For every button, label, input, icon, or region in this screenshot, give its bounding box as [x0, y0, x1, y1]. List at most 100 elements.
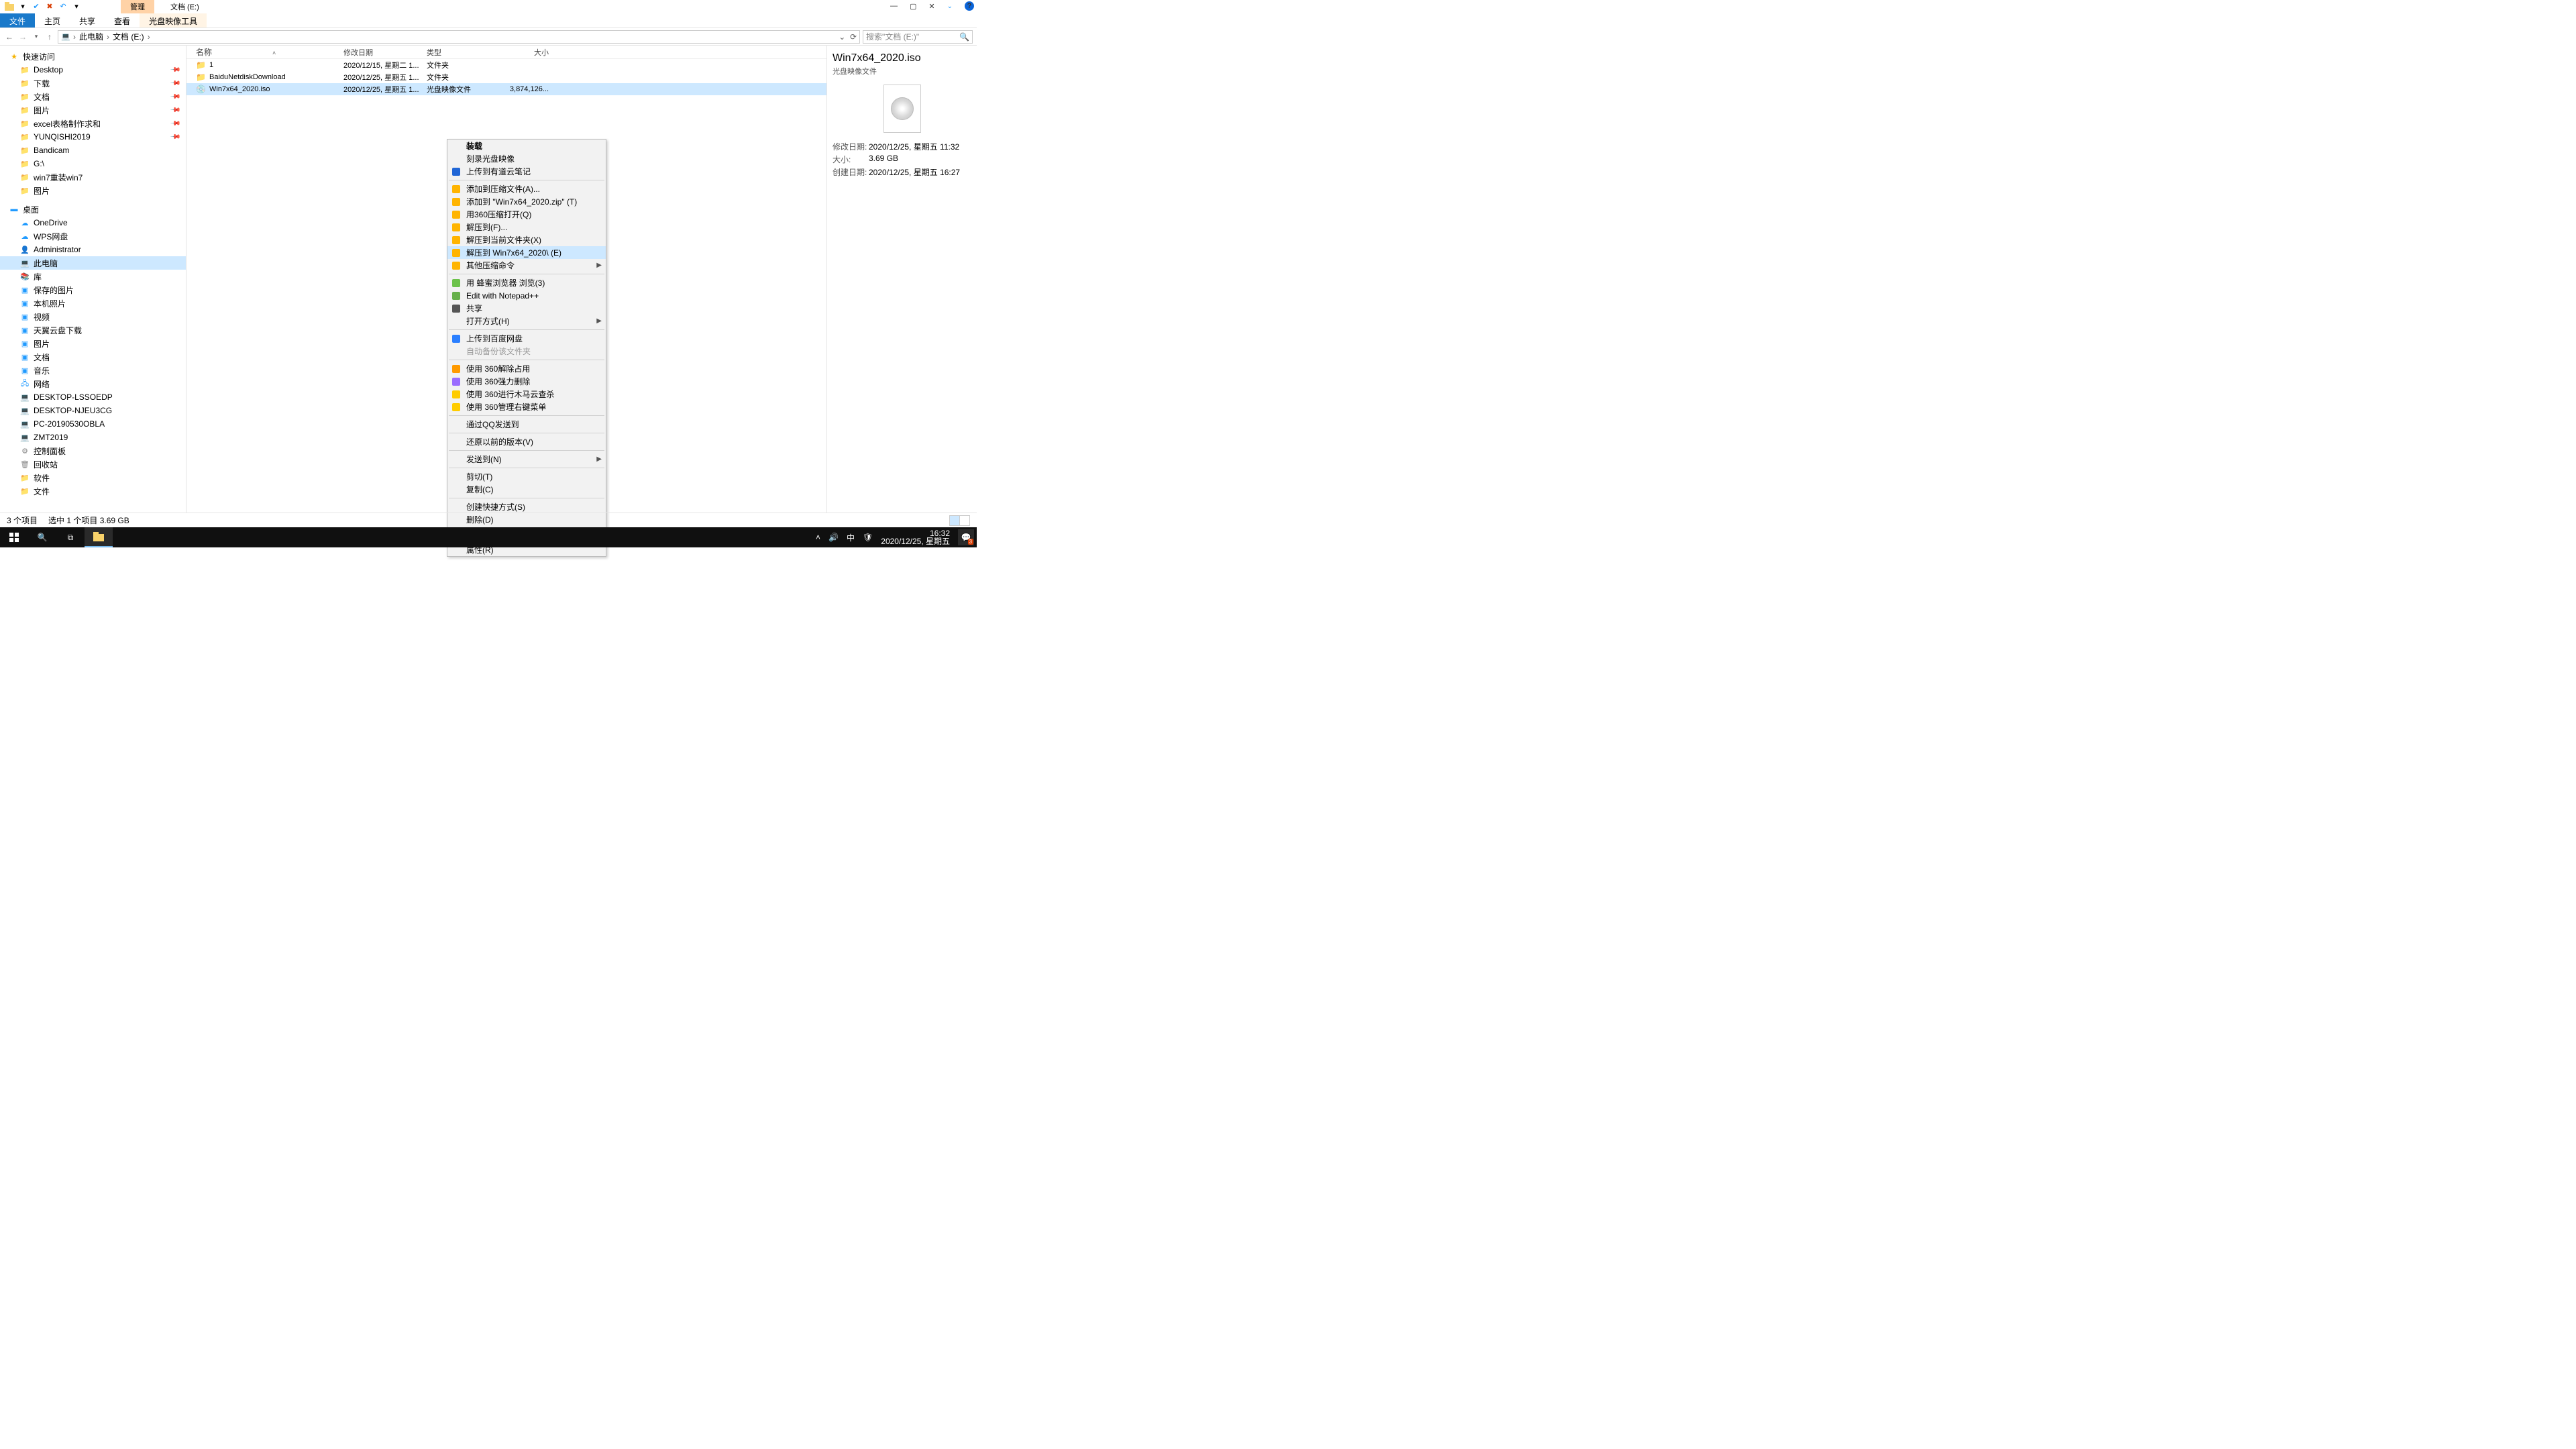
- crumb-location[interactable]: 文档 (E:): [113, 31, 144, 42]
- menu-item[interactable]: 使用 360管理右键菜单: [447, 400, 606, 413]
- menu-item[interactable]: 解压到(F)...: [447, 221, 606, 233]
- close-button[interactable]: ✕: [928, 2, 934, 11]
- sidebar-item[interactable]: ⚙控制面板: [0, 444, 186, 458]
- volume-icon[interactable]: 🔊: [828, 533, 839, 542]
- ribbon-toggle-icon[interactable]: ⌄: [947, 3, 953, 10]
- menu-item[interactable]: 剪切(T): [447, 470, 606, 483]
- sidebar-item[interactable]: 📁YUNQISHI2019📌: [0, 130, 186, 144]
- qat-more-icon[interactable]: ▾: [71, 1, 82, 12]
- menu-item[interactable]: 打开方式(H)▶: [447, 315, 606, 327]
- nav-forward-button[interactable]: →: [17, 32, 28, 42]
- nav-back-button[interactable]: ←: [4, 32, 15, 42]
- menu-item[interactable]: 其他压缩命令▶: [447, 259, 606, 272]
- nav-up-button[interactable]: ↑: [44, 32, 55, 42]
- crumb-pc[interactable]: 此电脑: [79, 31, 103, 42]
- menu-item[interactable]: 上传到有道云笔记: [447, 165, 606, 178]
- menu-item[interactable]: 解压到 Win7x64_2020\ (E): [447, 246, 606, 259]
- menu-item[interactable]: 通过QQ发送到: [447, 418, 606, 431]
- menu-item[interactable]: 共享: [447, 302, 606, 315]
- sidebar-item[interactable]: 💻PC-20190530OBLA: [0, 417, 186, 431]
- sidebar-item[interactable]: ▣天翼云盘下载: [0, 323, 186, 337]
- sidebar-item[interactable]: ▣文档: [0, 350, 186, 364]
- sidebar-item[interactable]: 🗑回收站: [0, 458, 186, 471]
- help-button[interactable]: ?: [965, 1, 974, 11]
- col-name[interactable]: 名称˄: [196, 46, 343, 58]
- maximize-button[interactable]: ▢: [910, 2, 916, 11]
- sidebar-item[interactable]: ☁WPS网盘: [0, 229, 186, 243]
- nav-network[interactable]: 🖧网络: [0, 377, 186, 390]
- file-row[interactable]: 💿Win7x64_2020.iso2020/12/25, 星期五 1...光盘映…: [186, 83, 826, 95]
- menu-item[interactable]: 使用 360强力删除: [447, 375, 606, 388]
- notification-button[interactable]: 💬3: [958, 529, 974, 545]
- view-details-button[interactable]: [949, 515, 960, 526]
- sidebar-item[interactable]: ▣图片: [0, 337, 186, 350]
- menu-item[interactable]: 使用 360进行木马云查杀: [447, 388, 606, 400]
- sidebar-item[interactable]: 📁图片: [0, 184, 186, 197]
- file-row[interactable]: 📁BaiduNetdiskDownload2020/12/25, 星期五 1..…: [186, 71, 826, 83]
- sidebar-item[interactable]: 📁软件: [0, 471, 186, 484]
- tab-file[interactable]: 文件: [0, 13, 35, 28]
- col-type[interactable]: 类型: [427, 47, 502, 58]
- menu-item[interactable]: 添加到 "Win7x64_2020.zip" (T): [447, 195, 606, 208]
- security-icon[interactable]: 🛡: [863, 533, 873, 542]
- menu-item[interactable]: Edit with Notepad++: [447, 289, 606, 302]
- tray-overflow-icon[interactable]: ˄: [816, 533, 820, 542]
- qat-delete-icon[interactable]: ✖: [44, 1, 55, 12]
- sidebar-item[interactable]: 👤Administrator: [0, 243, 186, 256]
- menu-item[interactable]: 刻录光盘映像: [447, 152, 606, 165]
- sidebar-item[interactable]: ▣音乐: [0, 364, 186, 377]
- menu-item[interactable]: 复制(C): [447, 483, 606, 496]
- col-size[interactable]: 大小: [502, 47, 549, 58]
- sidebar-item[interactable]: 📁文件: [0, 484, 186, 498]
- sidebar-item[interactable]: 📚库: [0, 270, 186, 283]
- menu-item[interactable]: 添加到压缩文件(A)...: [447, 182, 606, 195]
- menu-item[interactable]: 发送到(N)▶: [447, 453, 606, 466]
- menu-item[interactable]: 使用 360解除占用: [447, 362, 606, 375]
- sidebar-item[interactable]: 💻DESKTOP-LSSOEDP: [0, 390, 186, 404]
- sidebar-item[interactable]: 📁文档📌: [0, 90, 186, 103]
- view-icons-button[interactable]: [959, 515, 970, 526]
- menu-item[interactable]: 还原以前的版本(V): [447, 435, 606, 448]
- sidebar-item[interactable]: ▣本机照片: [0, 297, 186, 310]
- minimize-button[interactable]: —: [890, 2, 898, 10]
- sidebar-item[interactable]: 📁win7重装win7: [0, 170, 186, 184]
- search-input[interactable]: 搜索"文档 (E:)" 🔍: [863, 30, 973, 44]
- sidebar-item[interactable]: ▣保存的图片: [0, 283, 186, 297]
- tab-disc-image-tools[interactable]: 光盘映像工具: [140, 13, 207, 28]
- taskbar-clock[interactable]: 16:32 2020/12/25, 星期五: [881, 529, 950, 545]
- sidebar-item[interactable]: ☁OneDrive: [0, 216, 186, 229]
- sidebar-item[interactable]: 📁Desktop📌: [0, 63, 186, 76]
- sidebar-item[interactable]: 💻此电脑: [0, 256, 186, 270]
- qat-undo-icon[interactable]: ↶: [58, 1, 68, 12]
- search-button[interactable]: 🔍: [28, 527, 56, 547]
- menu-item[interactable]: 创建快捷方式(S): [447, 500, 606, 513]
- tab-share[interactable]: 共享: [70, 13, 105, 28]
- sidebar-item[interactable]: 📁Bandicam: [0, 144, 186, 157]
- nav-desktop[interactable]: ▬桌面: [0, 203, 186, 216]
- address-dropdown-icon[interactable]: ⌄ ⟳: [839, 32, 857, 42]
- sidebar-item[interactable]: 💻ZMT2019: [0, 431, 186, 444]
- sidebar-item[interactable]: 📁下载📌: [0, 76, 186, 90]
- nav-recent-icon[interactable]: ▾: [31, 32, 42, 42]
- sidebar-item[interactable]: ▣视频: [0, 310, 186, 323]
- sidebar-item[interactable]: 📁图片📌: [0, 103, 186, 117]
- menu-item[interactable]: 上传到百度网盘: [447, 332, 606, 345]
- ime-indicator[interactable]: 中: [847, 532, 855, 543]
- menu-item[interactable]: 用 蜂蜜浏览器 浏览(3): [447, 276, 606, 289]
- sidebar-item[interactable]: 💻DESKTOP-NJEU3CG: [0, 404, 186, 417]
- nav-quick-access[interactable]: ★快速访问: [0, 50, 186, 63]
- address-breadcrumb[interactable]: 💻 此电脑 文档 (E:) ⌄ ⟳: [58, 30, 860, 44]
- menu-item[interactable]: 解压到当前文件夹(X): [447, 233, 606, 246]
- file-row[interactable]: 📁12020/12/15, 星期二 1...文件夹: [186, 59, 826, 71]
- menu-item[interactable]: 装载: [447, 140, 606, 152]
- qat-dropdown-icon[interactable]: ▾: [17, 1, 28, 12]
- col-date[interactable]: 修改日期: [343, 47, 427, 58]
- tab-view[interactable]: 查看: [105, 13, 140, 28]
- start-button[interactable]: [0, 527, 28, 547]
- task-view-button[interactable]: ⧉: [56, 527, 85, 547]
- explorer-taskbar-button[interactable]: [85, 527, 113, 547]
- sidebar-item[interactable]: 📁excel表格制作求和📌: [0, 117, 186, 130]
- sidebar-item[interactable]: 📁G:\: [0, 157, 186, 170]
- qat-checkmark-icon[interactable]: ✔: [31, 1, 42, 12]
- tab-home[interactable]: 主页: [35, 13, 70, 28]
